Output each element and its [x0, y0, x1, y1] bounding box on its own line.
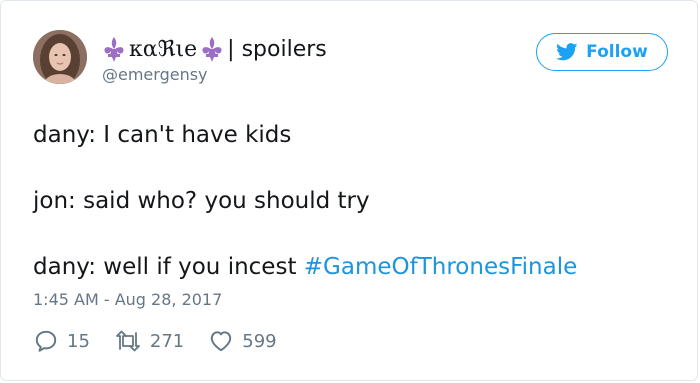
fleur-de-lis-icon: [199, 35, 225, 63]
tweet-line-3: dany: well if you incest #GameOfThronesF…: [33, 253, 577, 281]
follow-label: Follow: [586, 42, 648, 62]
fleur-de-lis-icon: [101, 35, 127, 63]
display-name-row[interactable]: καℜιe | spoilers: [101, 35, 327, 63]
display-name-suffix: | spoilers: [227, 36, 327, 62]
tweet-timestamp[interactable]: 1:45 AM - Aug 28, 2017: [33, 290, 222, 309]
reply-icon: [35, 330, 57, 352]
heart-icon: [211, 331, 232, 352]
display-name: καℜιe: [129, 36, 198, 62]
tweet-actions: 15 271 599: [33, 328, 301, 354]
tweet-line-1: dany: I can't have kids: [33, 122, 292, 148]
reply-action[interactable]: 15: [33, 328, 90, 354]
avatar-image: [33, 30, 87, 84]
tweet-line-2: jon: said who? you should try: [33, 188, 370, 214]
retweet-icon: [116, 330, 140, 352]
user-handle[interactable]: @emergensy: [102, 65, 208, 84]
avatar[interactable]: [33, 30, 87, 84]
hashtag-link[interactable]: #GameOfThronesFinale: [304, 254, 577, 280]
like-count: 599: [242, 330, 277, 352]
tweet-card: καℜιe | spoilers @emergensy Follow dany:…: [0, 0, 698, 381]
reply-count: 15: [67, 330, 90, 352]
like-action[interactable]: 599: [208, 328, 277, 354]
twitter-bird-icon: [556, 43, 578, 61]
retweet-action[interactable]: 271: [114, 328, 184, 354]
retweet-count: 271: [149, 330, 185, 352]
tweet-line-3-text: dany: well if you incest: [33, 254, 304, 280]
follow-button[interactable]: Follow: [536, 33, 668, 71]
